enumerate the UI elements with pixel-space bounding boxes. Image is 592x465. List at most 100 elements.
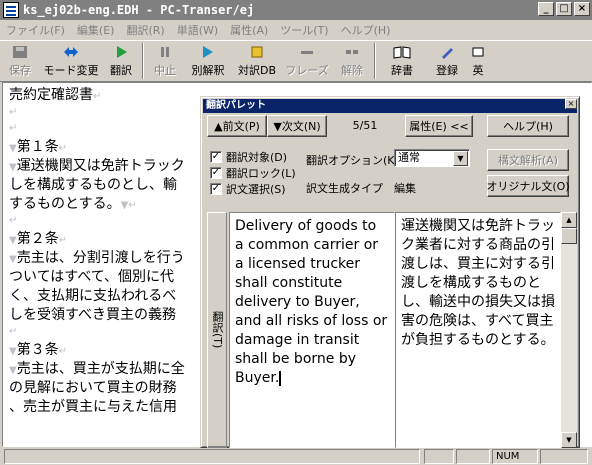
save-icon: [11, 44, 29, 60]
minimize-button[interactable]: _: [538, 2, 554, 16]
register-label: 登録: [436, 64, 458, 77]
menu-tools[interactable]: ツール(T): [274, 22, 334, 38]
menu-bar: ファイル(F) 編集(E) 翻訳(R) 単語(W) 属性(A) ツール(T) ヘ…: [0, 20, 592, 40]
release-icon: [343, 44, 361, 60]
status-caps: [424, 449, 454, 464]
doc-line: ▼売主は、分割引渡しを行う: [9, 250, 185, 266]
menu-help[interactable]: ヘルプ(H): [335, 22, 397, 38]
stop-button[interactable]: 中止: [146, 41, 184, 81]
english-label: 英: [472, 64, 484, 77]
next-sentence-button[interactable]: ▼次文(N): [267, 115, 327, 137]
pause-icon: [156, 44, 174, 60]
doc-line: しを受領すべき買主の義務: [9, 307, 177, 323]
play-icon: [112, 44, 130, 60]
translate-button[interactable]: 翻訳: [102, 41, 140, 81]
translate-option-select[interactable]: 通常 ▼: [394, 149, 470, 167]
phrase-icon: [298, 44, 316, 60]
translation-text: 運送機関又は免許トラック業者に対する商品の引渡しは、買主に対する引渡しを構成する…: [401, 218, 555, 348]
save-button[interactable]: 保存: [0, 41, 40, 81]
toolbar-separator: [374, 43, 376, 79]
doc-line: ↵: [9, 107, 18, 118]
mode-change-label: モード変更: [43, 64, 99, 77]
palette-close-button[interactable]: ×: [565, 99, 577, 109]
phrase-label: フレーズ: [285, 64, 329, 77]
alternate-icon: [199, 44, 217, 60]
menu-edit[interactable]: 編集(E): [71, 22, 121, 38]
release-button[interactable]: 解除: [332, 41, 372, 81]
dictionary-icon: [393, 44, 411, 60]
menu-file[interactable]: ファイル(F): [0, 22, 71, 38]
doc-line: ↵: [9, 123, 18, 134]
translate-tab[interactable]: 翻訳(T): [207, 212, 227, 448]
doc-line: ついてはすべて、個別に代: [9, 269, 175, 285]
menu-attribute[interactable]: 属性(A): [224, 22, 274, 38]
english-icon: [469, 44, 487, 60]
translation-select-checkbox[interactable]: ✓ 訳文選択(S): [210, 181, 286, 197]
doc-line: ▼売主は、買主が支払期に全: [9, 361, 185, 377]
parallel-db-label: 対訳DB: [237, 64, 277, 77]
prev-sentence-button[interactable]: ▲前文(P): [207, 115, 267, 137]
doc-line: ▼第１条↵: [9, 139, 68, 155]
help-button[interactable]: ヘルプ(H): [487, 115, 569, 137]
alternate-label: 別解釈: [191, 64, 225, 77]
source-text: Delivery of goods to a common carrier or…: [235, 218, 392, 386]
app-icon[interactable]: [3, 2, 19, 18]
scroll-up-button[interactable]: ▲: [561, 212, 577, 228]
doc-line: ▼運送機関又は免許トラック: [9, 158, 185, 174]
generation-type-value: 編集: [394, 182, 416, 195]
status-message: [4, 449, 420, 464]
doc-line: 、売主が買主に与えた信用: [9, 399, 177, 415]
palette-title[interactable]: 翻訳パレット: [203, 99, 577, 113]
english-button[interactable]: 英: [468, 41, 488, 81]
register-button[interactable]: 登録: [426, 41, 468, 81]
doc-line: く、支払期に支払われるべ: [9, 288, 177, 304]
parallel-db-button[interactable]: 対訳DB: [232, 41, 282, 81]
checkbox-box: ✓: [210, 151, 222, 163]
doc-line: しを構成するものとし、輸: [9, 177, 177, 193]
mode-change-icon: [62, 44, 80, 60]
translate-lock-checkbox[interactable]: ✓ 翻訳ロック(L): [210, 165, 296, 181]
translation-text-pane[interactable]: 運送機関又は免許トラック業者に対する商品の引渡しは、買主に対する引渡しを構成する…: [395, 212, 561, 448]
translate-target-checkbox[interactable]: ✓ 翻訳対象(D): [210, 149, 287, 165]
chevron-down-icon[interactable]: ▼: [453, 151, 468, 166]
text-caret: [279, 371, 282, 386]
release-label: 解除: [341, 64, 363, 77]
menu-word[interactable]: 単語(W): [171, 22, 224, 38]
original-text-button[interactable]: オリジナル文(O): [486, 175, 570, 197]
translation-palette: 翻訳パレット × ▲前文(P) ▼次文(N) 5/51 属性(E) << ヘルプ…: [200, 96, 580, 448]
dictionary-button[interactable]: 辞書: [378, 41, 426, 81]
mode-change-button[interactable]: モード変更: [40, 41, 102, 81]
alternate-button[interactable]: 別解釈: [184, 41, 232, 81]
toolbar: 保存 モード変更 翻訳 中止 別解釈 対訳DB フレーズ 解除 辞書 登録 英: [0, 40, 592, 82]
save-label: 保存: [9, 64, 31, 77]
doc-line: ▼第３条↵: [9, 342, 68, 358]
checkbox-label: 訳文選択(S): [226, 183, 286, 196]
status-ins: [456, 449, 490, 464]
doc-line: 売約定確認書↵: [9, 87, 102, 103]
translate-option-label: 翻訳オプション(K): [306, 154, 399, 167]
translation-scrollbar[interactable]: ▲ ▼: [561, 212, 577, 448]
doc-line: ↵: [9, 215, 18, 226]
window-title: ks_ej02b-eng.EDH - PC-Transer/ej: [23, 3, 255, 17]
maximize-button[interactable]: □: [556, 2, 572, 16]
translate-option-value: 通常: [398, 151, 420, 164]
close-button[interactable]: ×: [574, 2, 590, 16]
attribute-button[interactable]: 属性(E) <<: [405, 115, 473, 137]
phrase-button[interactable]: フレーズ: [282, 41, 332, 81]
dictionary-label: 辞書: [391, 64, 413, 77]
translate-label: 翻訳: [110, 64, 132, 77]
stop-label: 中止: [154, 64, 176, 77]
window-controls: _ □ ×: [536, 2, 590, 16]
scroll-thumb[interactable]: [561, 228, 577, 244]
menu-translate[interactable]: 翻訳(R): [120, 22, 170, 38]
doc-line: するものとする。▼↵: [9, 196, 137, 212]
scroll-down-button[interactable]: ▼: [561, 432, 577, 448]
checkbox-label: 翻訳対象(D): [226, 151, 288, 164]
doc-line: の見解において買主の財務: [9, 380, 177, 396]
parse-button[interactable]: 構文解析(A): [487, 149, 569, 171]
toolbar-separator: [142, 43, 144, 79]
source-text-pane[interactable]: Delivery of goods to a common carrier or…: [229, 212, 395, 448]
checkbox-label: 翻訳ロック(L): [226, 167, 296, 180]
database-icon: [248, 44, 266, 60]
doc-line: ↵: [9, 326, 18, 337]
